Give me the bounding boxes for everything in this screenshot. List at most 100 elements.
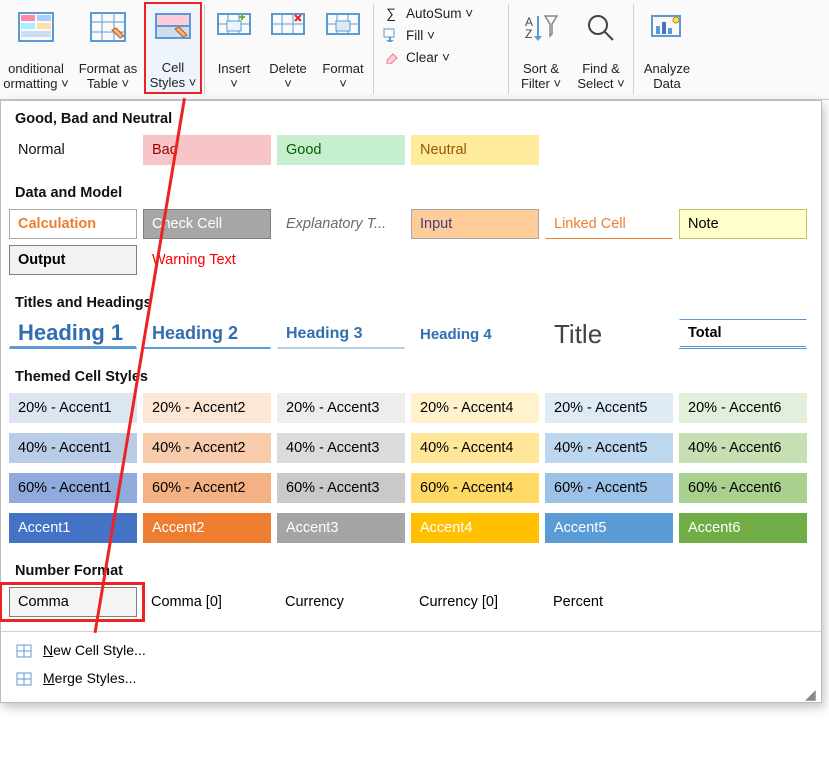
format-as-table-label: Format as Table ˅ <box>79 61 138 91</box>
clear-button[interactable]: Clear ˅ <box>380 48 502 66</box>
format-button[interactable]: Format ˅ <box>315 2 371 94</box>
new-style-icon <box>15 641 35 659</box>
good-bad-row: Normal Bad Good Neutral <box>1 135 821 175</box>
style-40-accent4[interactable]: 40% - Accent4 <box>411 433 539 463</box>
style-accent1[interactable]: Accent1 <box>9 513 137 543</box>
style-accent6[interactable]: Accent6 <box>679 513 807 543</box>
style-comma[interactable]: Comma <box>9 587 137 617</box>
number-format-row: Comma Comma [0] Currency Currency [0] Pe… <box>1 587 821 627</box>
style-input[interactable]: Input <box>411 209 539 239</box>
style-40-accent6[interactable]: 40% - Accent6 <box>679 433 807 463</box>
insert-label: Insert ˅ <box>218 61 251 91</box>
style-heading-4[interactable]: Heading 4 <box>411 319 539 349</box>
separator <box>204 4 205 94</box>
style-good[interactable]: Good <box>277 135 405 165</box>
themed-row-60: 60% - Accent1 60% - Accent2 60% - Accent… <box>1 473 821 513</box>
resize-grip-icon[interactable]: ◢ <box>805 686 819 700</box>
fill-down-icon <box>382 27 400 43</box>
fill-label: Fill ˅ <box>406 28 435 43</box>
delete-cells-icon <box>270 9 306 45</box>
style-20-accent3[interactable]: 20% - Accent3 <box>277 393 405 423</box>
style-60-accent4[interactable]: 60% - Accent4 <box>411 473 539 503</box>
find-select-button[interactable]: Find & Select ˅ <box>571 2 631 94</box>
analyze-icon <box>649 9 685 45</box>
themed-row-20: 20% - Accent1 20% - Accent2 20% - Accent… <box>1 393 821 433</box>
themed-row-full: Accent1 Accent2 Accent3 Accent4 Accent5 … <box>1 513 821 553</box>
separator <box>633 4 634 94</box>
svg-text:Z: Z <box>525 27 532 41</box>
style-note[interactable]: Note <box>679 209 807 239</box>
style-warning-text[interactable]: Warning Text <box>143 245 271 275</box>
style-heading-2[interactable]: Heading 2 <box>143 319 271 349</box>
conditional-formatting-label: onditional ormatting ˅ <box>3 61 68 91</box>
section-good-bad-title: Good, Bad and Neutral <box>1 101 821 135</box>
fill-button[interactable]: Fill ˅ <box>380 26 502 44</box>
style-60-accent1[interactable]: 60% - Accent1 <box>9 473 137 503</box>
style-40-accent5[interactable]: 40% - Accent5 <box>545 433 673 463</box>
style-accent3[interactable]: Accent3 <box>277 513 405 543</box>
cell-styles-label: Cell Styles ˅ <box>150 60 197 90</box>
style-percent[interactable]: Percent <box>545 587 673 617</box>
sort-filter-button[interactable]: AZ Sort & Filter ˅ <box>511 2 571 94</box>
section-data-model-title: Data and Model <box>1 175 821 209</box>
style-linked-cell[interactable]: Linked Cell <box>545 209 673 239</box>
conditional-formatting-button[interactable]: onditional ormatting ˅ <box>0 2 72 94</box>
section-titles-headings: Titles and Headings <box>1 285 821 319</box>
style-accent5[interactable]: Accent5 <box>545 513 673 543</box>
autosum-button[interactable]: ∑ AutoSum ˅ <box>380 4 502 22</box>
style-20-accent4[interactable]: 20% - Accent4 <box>411 393 539 423</box>
style-40-accent3[interactable]: 40% - Accent3 <box>277 433 405 463</box>
style-60-accent5[interactable]: 60% - Accent5 <box>545 473 673 503</box>
analyze-label: Analyze Data <box>644 61 690 91</box>
style-comma-0[interactable]: Comma [0] <box>143 587 271 617</box>
sort-filter-icon: AZ <box>523 9 559 45</box>
merge-styles-icon <box>15 669 35 687</box>
ribbon-toolbar: onditional ormatting ˅ Format as Table ˅… <box>0 0 829 100</box>
style-heading-3[interactable]: Heading 3 <box>277 319 405 349</box>
new-cell-style-item[interactable]: New Cell Style... <box>11 636 811 664</box>
style-neutral[interactable]: Neutral <box>411 135 539 165</box>
style-check-cell[interactable]: Check Cell <box>143 209 271 239</box>
cell-styles-panel: Good, Bad and Neutral Normal Bad Good Ne… <box>0 100 822 703</box>
insert-cells-icon <box>216 9 252 45</box>
style-40-accent2[interactable]: 40% - Accent2 <box>143 433 271 463</box>
style-explanatory[interactable]: Explanatory T... <box>277 209 405 239</box>
titles-row: Heading 1 Heading 2 Heading 3 Heading 4 … <box>1 319 821 359</box>
separator <box>508 4 509 94</box>
style-20-accent6[interactable]: 20% - Accent6 <box>679 393 807 423</box>
style-20-accent5[interactable]: 20% - Accent5 <box>545 393 673 423</box>
style-20-accent1[interactable]: 20% - Accent1 <box>9 393 137 423</box>
data-model-row: Calculation Check Cell Explanatory T... … <box>1 209 821 285</box>
style-total[interactable]: Total <box>679 319 807 349</box>
style-60-accent2[interactable]: 60% - Accent2 <box>143 473 271 503</box>
eraser-icon <box>382 49 400 65</box>
style-40-accent1[interactable]: 40% - Accent1 <box>9 433 137 463</box>
style-calculation[interactable]: Calculation <box>9 209 137 239</box>
insert-button[interactable]: Insert ˅ <box>207 2 261 94</box>
style-output[interactable]: Output <box>9 245 137 275</box>
style-title[interactable]: Title <box>545 319 673 349</box>
analyze-data-button[interactable]: Analyze Data <box>636 2 698 94</box>
style-60-accent3[interactable]: 60% - Accent3 <box>277 473 405 503</box>
style-currency-0[interactable]: Currency [0] <box>411 587 539 617</box>
format-as-table-button[interactable]: Format as Table ˅ <box>72 2 144 94</box>
conditional-formatting-icon <box>18 9 54 45</box>
section-themed-title: Themed Cell Styles <box>1 359 821 393</box>
format-cells-icon <box>325 9 361 45</box>
style-accent4[interactable]: Accent4 <box>411 513 539 543</box>
style-heading-1[interactable]: Heading 1 <box>9 319 137 349</box>
find-select-label: Find & Select ˅ <box>577 61 624 91</box>
style-normal[interactable]: Normal <box>9 135 137 165</box>
style-20-accent2[interactable]: 20% - Accent2 <box>143 393 271 423</box>
merge-styles-item[interactable]: Merge Styles... <box>11 664 811 692</box>
style-currency[interactable]: Currency <box>277 587 405 617</box>
format-as-table-icon <box>90 9 126 45</box>
delete-button[interactable]: Delete ˅ <box>261 2 315 94</box>
style-60-accent6[interactable]: 60% - Accent6 <box>679 473 807 503</box>
style-bad[interactable]: Bad <box>143 135 271 165</box>
style-accent2[interactable]: Accent2 <box>143 513 271 543</box>
sort-filter-label: Sort & Filter ˅ <box>521 61 561 91</box>
format-label: Format ˅ <box>322 61 363 91</box>
merge-styles-label: Merge Styles... <box>43 670 136 686</box>
cell-styles-button[interactable]: Cell Styles ˅ <box>144 2 202 94</box>
